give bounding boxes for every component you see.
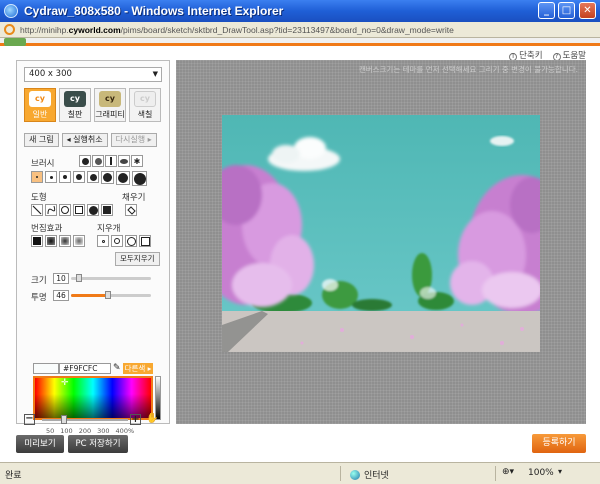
eraser-label: 지우개 (97, 224, 121, 234)
canvas-note: 캔버스크기는 테마를 먼저 선택해세요 그리기 중 변경이 불가능합니다. (358, 65, 578, 74)
current-color-swatch (33, 363, 59, 374)
hand-tool-icon[interactable]: ✋ (146, 413, 158, 424)
minimize-button[interactable]: _ (538, 2, 555, 19)
filled-rect-tool-icon[interactable] (101, 204, 113, 216)
edit-actions: 새 그림 ◂ 실행취소 다시실행 ▸ (24, 133, 157, 147)
save-pc-button[interactable]: PC 저장하기 (68, 435, 128, 453)
brush-size-4[interactable] (73, 171, 85, 183)
mode-tabs: cy 일반 cy 칠판 cy 그래피티 cy 색칠 (24, 88, 161, 122)
mode-coloring[interactable]: cy 색칠 (129, 88, 161, 122)
eyedropper-icon[interactable]: ✎ (113, 363, 121, 373)
more-colors-button[interactable]: 다른색 ▸ (123, 363, 153, 374)
maximize-button[interactable]: □ (558, 2, 575, 19)
redo-button[interactable]: 다시실행 ▸ (110, 133, 157, 147)
brush-size-2[interactable] (45, 171, 57, 183)
line-tool-icon[interactable] (31, 204, 43, 216)
zoom-slider-thumb[interactable] (60, 415, 67, 424)
eraser-size-3[interactable] (125, 235, 137, 247)
cy-logo-icon: cy (99, 90, 121, 107)
brush-size-8[interactable] (132, 171, 147, 186)
edge-effect-label: 번짐효과 (31, 224, 63, 234)
security-zone[interactable]: 인터넷 (350, 468, 389, 481)
address-bar[interactable]: http://minihp.cyworld.com/pims/board/ske… (0, 22, 600, 38)
submit-button[interactable]: 등록하기 (532, 434, 586, 453)
eraser-size-1[interactable] (97, 235, 109, 247)
brush-pen-icon[interactable] (105, 155, 117, 167)
brush-label: 브러시 (31, 159, 55, 169)
size-slider-thumb[interactable] (76, 274, 82, 282)
title-bar: Cydraw_808x580 - Windows Internet Explor… (0, 0, 600, 22)
url-text: http://minihp.cyworld.com/pims/board/ske… (20, 24, 454, 35)
opacity-slider-thumb[interactable] (104, 291, 111, 299)
hex-color-input[interactable]: #F9FCFC (59, 363, 111, 374)
status-bar: 완료 인터넷 ⊕▾ 100% ▾ (0, 462, 600, 484)
protected-mode-icon[interactable]: ⊕▾ (502, 467, 514, 477)
ie-app-icon (4, 4, 18, 18)
size-value[interactable]: 10 (53, 273, 69, 284)
globe-icon (350, 469, 360, 480)
cy-logo-icon: cy (134, 90, 156, 107)
mini-toggle[interactable] (4, 38, 26, 46)
brush-size-1[interactable] (31, 171, 43, 183)
brush-marker-icon[interactable] (118, 155, 130, 167)
brush-size-6[interactable] (101, 171, 114, 184)
zoom-in-button[interactable]: + (130, 414, 141, 425)
zoom-slider-track[interactable] (42, 419, 128, 421)
fill-bucket-icon[interactable] (125, 204, 137, 216)
size-slider-track[interactable] (71, 277, 151, 280)
eraser-size-4[interactable] (139, 235, 151, 247)
erase-all-button[interactable]: 모두지우기 (115, 252, 160, 266)
page-icon (4, 24, 15, 35)
circle-tool-icon[interactable] (59, 204, 71, 216)
undo-button[interactable]: ◂ 실행취소 (61, 133, 108, 147)
preview-button[interactable]: 미리보기 (16, 435, 64, 453)
filled-circle-tool-icon[interactable] (87, 204, 99, 216)
curve-tool-icon[interactable] (45, 204, 57, 216)
brush-star-icon[interactable]: ✱ (131, 155, 143, 167)
cy-logo-icon: cy (64, 90, 86, 107)
window-title: Cydraw_808x580 - Windows Internet Explor… (24, 4, 284, 18)
close-button[interactable]: ✕ (579, 2, 596, 19)
mode-graffiti[interactable]: cy 그래피티 (94, 88, 126, 122)
zoom-ticks: 50 100 200 300 400% (46, 427, 135, 435)
ground (222, 311, 540, 352)
cy-logo-icon: cy (29, 90, 51, 107)
edge-effect-1[interactable] (31, 235, 43, 247)
chevron-down-icon: ▼ (152, 70, 158, 78)
zoom-out-button[interactable]: − (24, 414, 35, 425)
status-text: 완료 (5, 471, 22, 481)
rect-tool-icon[interactable] (73, 204, 85, 216)
size-label: 크기 (31, 276, 47, 286)
painting (222, 115, 540, 352)
canvas-size-select[interactable]: 400 x 300 ▼ (24, 67, 162, 82)
shape-label: 도형 (31, 193, 47, 203)
brush-size-5[interactable] (87, 171, 99, 183)
fill-label: 채우기 (122, 193, 146, 203)
mode-blackboard[interactable]: cy 칠판 (59, 88, 91, 122)
canvas-area: 캔버스크기는 테마를 먼저 선택해세요 그리기 중 변경이 불가능합니다. (176, 60, 586, 424)
zoom-level[interactable]: 100% (528, 468, 554, 478)
opacity-label: 투명 (31, 293, 47, 303)
brush-size-7[interactable] (116, 171, 130, 185)
edge-effect-2[interactable] (45, 235, 57, 247)
eraser-size-2[interactable] (111, 235, 123, 247)
mode-normal[interactable]: cy 일반 (24, 88, 56, 122)
tool-panel: 400 x 300 ▼ cy 일반 cy 칠판 cy 그래피티 cy 색칠 새 그림 ◂ … (16, 60, 170, 424)
drawing-canvas[interactable] (222, 115, 540, 352)
brush-spray-icon[interactable] (92, 155, 104, 167)
brush-round-icon[interactable] (79, 155, 91, 167)
page-content: T 단축키 ? 도움말 400 x 300 ▼ cy 일반 cy 칠판 cy 그래피티 cy… (0, 38, 600, 462)
opacity-slider-track[interactable] (71, 294, 151, 297)
top-strip (0, 38, 600, 46)
chevron-down-icon[interactable]: ▾ (558, 467, 562, 476)
crosshair-icon: ✛ (61, 378, 69, 388)
brush-size-3[interactable] (59, 171, 71, 183)
opacity-value[interactable]: 46 (53, 290, 69, 301)
new-drawing-button[interactable]: 새 그림 (24, 133, 59, 147)
edge-effect-3[interactable] (59, 235, 71, 247)
edge-effect-4[interactable] (73, 235, 85, 247)
